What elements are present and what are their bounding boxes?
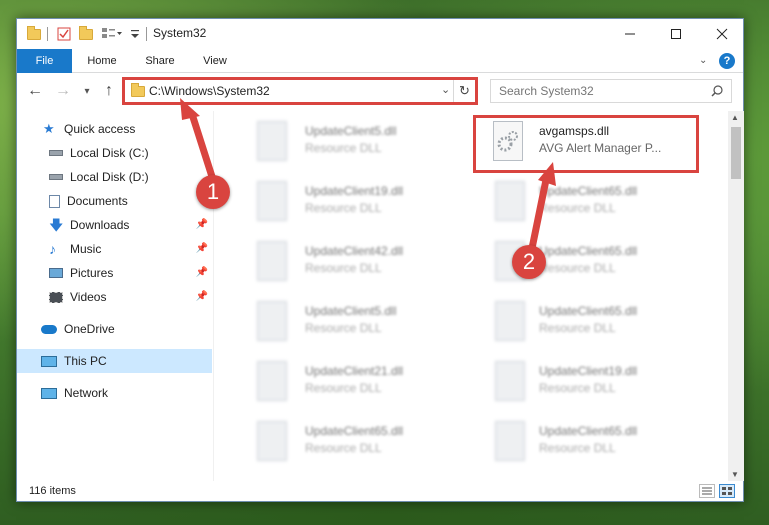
arrow-step-2-head [538, 162, 556, 186]
step-2-badge: 2 [512, 245, 546, 279]
arrow-step-1-head [180, 98, 200, 120]
step-1-badge: 1 [196, 175, 230, 209]
annotation-arrows [180, 98, 556, 262]
